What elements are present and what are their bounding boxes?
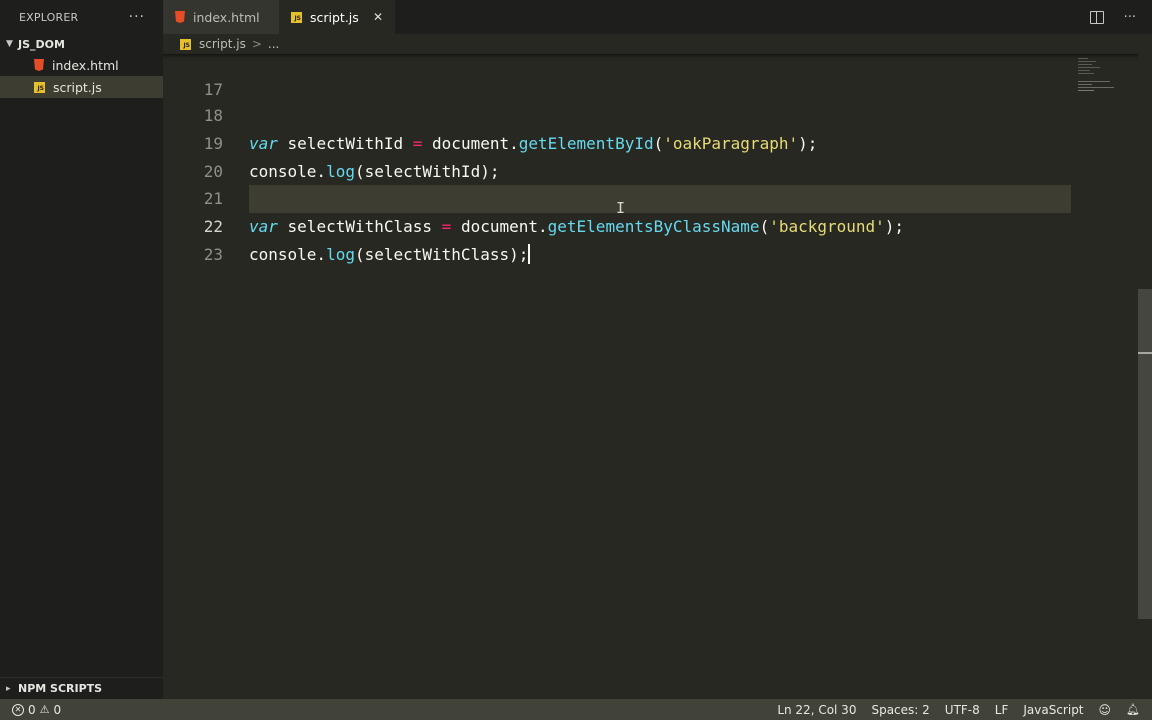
breadcrumb-separator: >: [251, 37, 262, 51]
status-bar: ✕ 0 ⚠ 0 Ln 22, Col 30 Spaces: 2 UTF-8 LF…: [0, 699, 1152, 720]
bell-icon[interactable]: 🔔︎: [1126, 703, 1140, 716]
code-line: 20: [163, 130, 1138, 181]
status-right-items: Ln 22, Col 30 Spaces: 2 UTF-8 LF JavaScr…: [762, 703, 1140, 717]
language-mode[interactable]: JavaScript: [1023, 703, 1083, 717]
vertical-scrollbar[interactable]: [1138, 54, 1152, 699]
mouse-ibeam-icon: I: [616, 199, 626, 217]
more-actions-icon[interactable]: ···: [1124, 10, 1136, 25]
code-line: 18 var selectWithId = document.getElemen…: [163, 74, 1138, 153]
warning-count: 0: [53, 702, 62, 717]
cursor-position[interactable]: Ln 22, Col 30: [777, 703, 856, 717]
folder-js-dom[interactable]: ▼ JS_DOM: [0, 34, 163, 54]
more-actions-icon[interactable]: ···: [129, 9, 145, 25]
vscode-window: EXPLORER ··· ▼ JS_DOM index.html JS scri…: [0, 0, 1152, 720]
split-editor-icon[interactable]: [1089, 10, 1104, 24]
code-line: 17: [163, 54, 1138, 99]
js-file-icon: JS: [291, 11, 302, 23]
scrollbar-thumb[interactable]: [1138, 289, 1152, 619]
breadcrumb: JS script.js > ...: [163, 34, 1152, 54]
file-name: script.js: [53, 79, 102, 95]
js-file-icon: JS: [34, 81, 45, 93]
npm-scripts-section[interactable]: ▸ NPM SCRIPTS: [0, 677, 163, 699]
line-number: 23: [203, 245, 223, 264]
file-item-script-js[interactable]: JS script.js: [0, 76, 163, 98]
html-file-icon: [175, 11, 185, 23]
editor-actions: ···: [1089, 0, 1152, 34]
error-count: 0: [28, 702, 36, 717]
tab-bar: index.html JS script.js ✕ ···: [163, 0, 1152, 34]
js-file-icon: JS: [180, 38, 191, 50]
npm-scripts-label: NPM SCRIPTS: [18, 682, 103, 695]
minimap[interactable]: [1076, 56, 1136, 96]
explorer-header: EXPLORER ···: [0, 0, 163, 34]
html-file-icon: [34, 59, 44, 71]
close-icon[interactable]: ✕: [373, 10, 383, 24]
code-line: 23: [163, 213, 1138, 264]
code-line-current: 22 console.log(selectWithClass);: [163, 185, 1138, 264]
tab-index-html[interactable]: index.html: [163, 0, 279, 34]
text-cursor: [528, 244, 531, 264]
tab-label: script.js: [310, 9, 359, 25]
indentation[interactable]: Spaces: 2: [871, 703, 929, 717]
chevron-down-icon: ▼: [6, 39, 13, 49]
tab-script-js[interactable]: JS script.js ✕: [279, 0, 395, 34]
code-line: 21 var selectWithClass = document.getEle…: [163, 157, 1138, 236]
file-item-index-html[interactable]: index.html: [0, 54, 163, 76]
breadcrumb-file[interactable]: script.js: [199, 37, 246, 51]
file-name: index.html: [52, 57, 119, 73]
scrollbar-cursor-marker: [1138, 352, 1152, 354]
chevron-right-icon: ▸: [6, 683, 11, 694]
line-ending[interactable]: LF: [995, 703, 1009, 717]
warning-icon: ⚠: [39, 703, 50, 716]
tab-label: index.html: [193, 9, 260, 25]
feedback-icon[interactable]: ☺: [1099, 703, 1112, 717]
encoding[interactable]: UTF-8: [945, 703, 980, 717]
folder-name: JS_DOM: [18, 37, 65, 51]
breadcrumb-rest[interactable]: ...: [268, 37, 279, 51]
code-text: console.log(selectWithClass);: [249, 244, 531, 264]
code-line: 19 console.log(selectWithId);: [163, 102, 1138, 181]
code-editor[interactable]: 17 18 var selectWithId = document.getEle…: [163, 54, 1152, 699]
explorer-sidebar: EXPLORER ··· ▼ JS_DOM index.html JS scri…: [0, 0, 163, 699]
error-icon: ✕: [12, 703, 24, 716]
explorer-title: EXPLORER: [19, 10, 79, 24]
problems-indicator[interactable]: ✕ 0 ⚠ 0: [12, 703, 61, 717]
